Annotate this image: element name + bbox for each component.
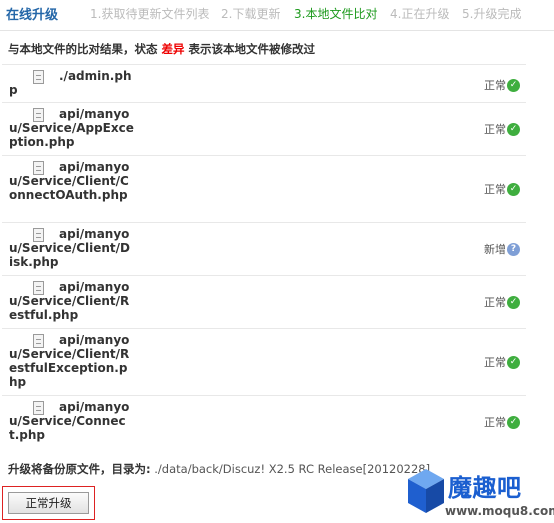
check-icon: ✓ [507,122,520,136]
file-name: api/manyou/Service/Client/Disk.php [9,227,130,269]
file-row: api/manyou/Service/Client/RestfulExcepti… [2,328,526,395]
check-icon: ✓ [507,415,520,429]
status-text: 正常 [484,123,506,136]
watermark-title: 魔趣吧 [448,474,522,502]
upgrade-button-highlight: 正常升级 [2,486,95,520]
file-status: 正常 ✓ [484,181,520,197]
check-icon: ✓ [507,295,520,309]
status-text: 正常 [484,416,506,429]
file-row: api/manyou/Service/Client/Disk.php 新增 ? [2,222,526,275]
check-icon: ✓ [507,78,520,92]
cube-logo-icon [408,469,444,513]
file-compare-list: ./admin.php 正常 ✓ api/manyou/Service/AppE… [2,64,526,451]
check-icon: ✓ [507,355,520,369]
watermark-logo: 魔趣吧 www.moqu8.com [405,466,554,522]
page-title: 在线升级 [6,8,59,23]
question-icon: ? [507,242,520,256]
file-name: api/manyou/Service/Connect.php [9,400,130,442]
file-status: 正常 ✓ [484,294,520,310]
file-row: ./admin.php 正常 ✓ [2,64,526,102]
backup-info: 升级将备份原文件，目录为: ./data/back/Discuz! X2.5 R… [8,461,430,477]
normal-upgrade-button[interactable]: 正常升级 [8,492,89,514]
file-row: api/manyou/Service/Client/ConnectOAuth.p… [2,155,526,222]
file-row: api/manyou/Service/Connect.php 正常 ✓ [2,395,526,451]
file-status: 正常 ✓ [484,121,520,137]
status-text: 新增 [484,243,506,256]
diff-status-label: 差异 [161,42,185,56]
file-status: 新增 ? [484,241,520,257]
file-name: api/manyou/Service/Client/ConnectOAuth.p… [9,160,130,202]
upgrade-steps-bar: 在线升级 1.获取待更新文件列表 2.下载更新 3.本地文件比对 4.正在升级 … [0,0,554,31]
step-1: 1.获取待更新文件列表 [90,7,210,21]
file-name: api/manyou/Service/Client/RestfulExcepti… [9,333,130,389]
file-name: api/manyou/Service/AppException.php [9,107,134,149]
backup-path: ./data/back/Discuz! X2.5 RC Release[2012… [150,462,431,476]
status-text: 正常 [484,183,506,196]
step-4: 4.正在升级 [390,7,450,21]
step-5: 5.升级完成 [462,7,522,21]
status-text: 正常 [484,296,506,309]
intro-text-before: 与本地文件的比对结果，状态 [8,42,158,56]
file-row: api/manyou/Service/AppException.php 正常 ✓ [2,102,526,155]
step-2: 2.下载更新 [221,7,281,21]
intro-text-after: 表示该本地文件被修改过 [188,42,316,56]
file-status: 正常 ✓ [484,414,520,430]
check-icon: ✓ [507,182,520,196]
file-status: 正常 ✓ [484,354,520,370]
step-3-active: 3.本地文件比对 [294,7,378,21]
compare-intro: 与本地文件的比对结果，状态 差异 表示该本地文件被修改过 [8,41,315,57]
status-text: 正常 [484,356,506,369]
backup-label: 升级将备份原文件，目录为: [8,462,151,476]
file-name: api/manyou/Service/Client/Restful.php [9,280,130,322]
status-text: 正常 [484,79,506,92]
file-status: 正常 ✓ [484,77,520,93]
watermark-url: www.moqu8.com [445,504,554,518]
file-row: api/manyou/Service/Client/Restful.php 正常… [2,275,526,328]
file-name: ./admin.php [9,69,132,97]
